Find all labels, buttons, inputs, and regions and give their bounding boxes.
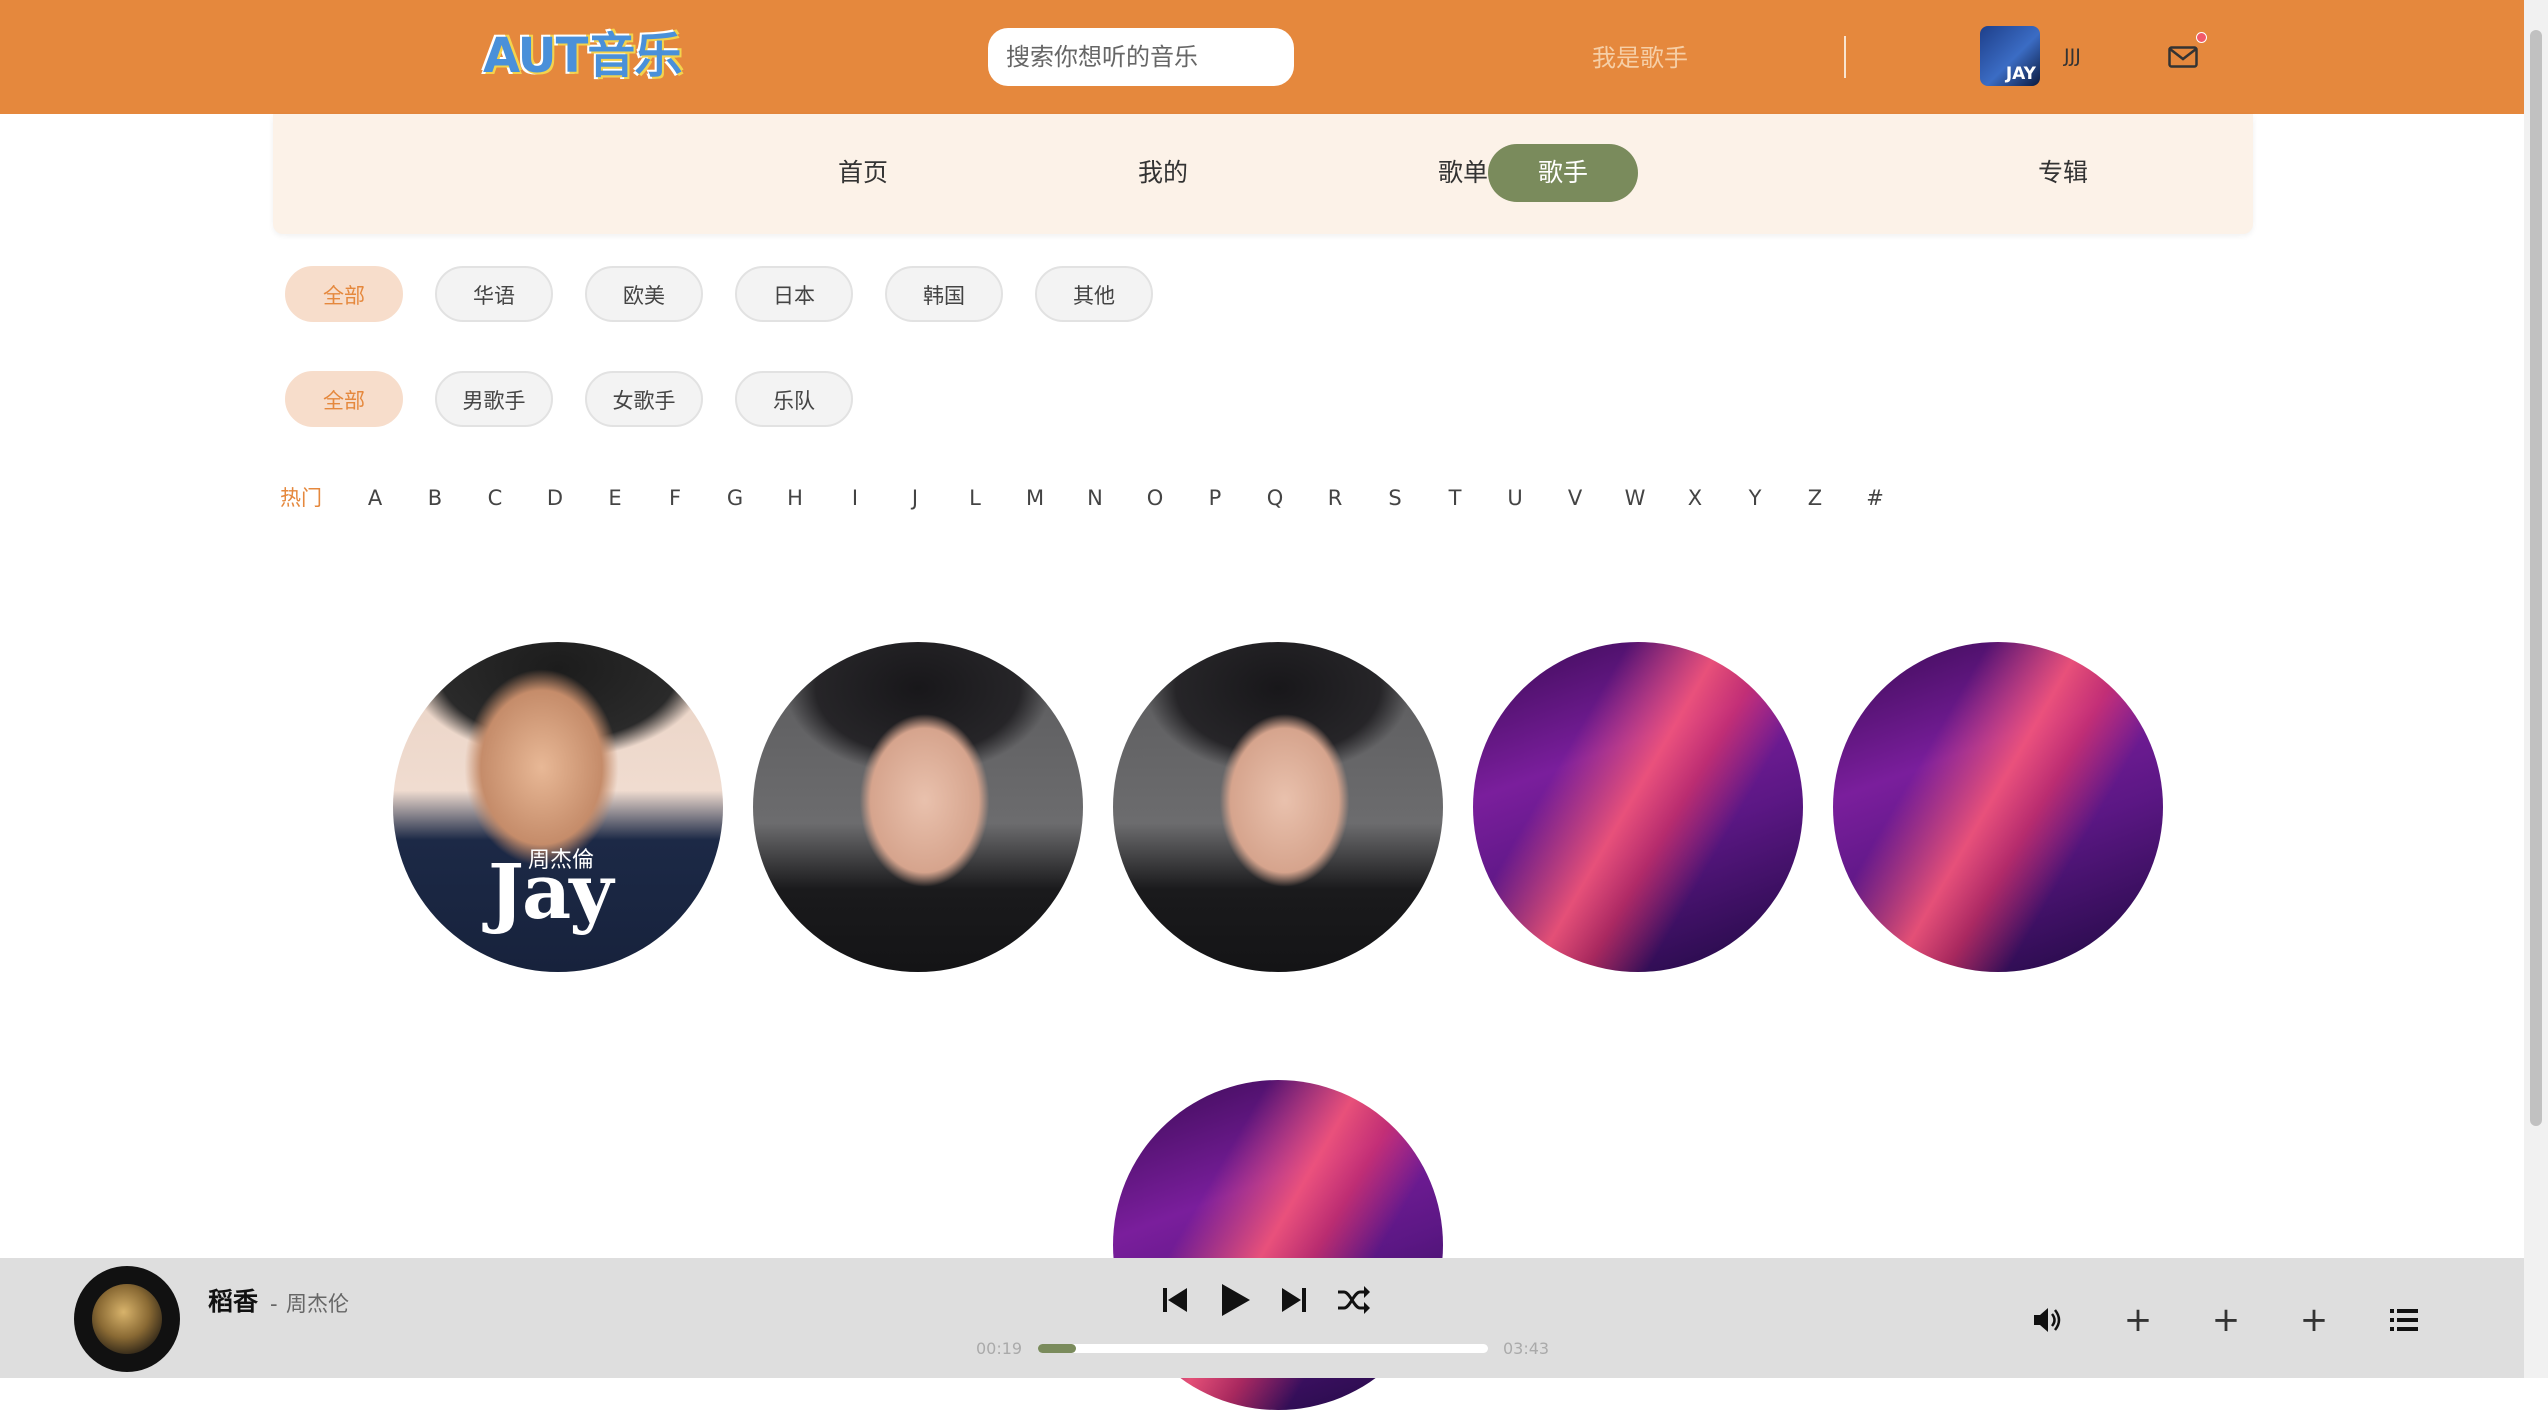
user-name[interactable]: JJJ [2064, 42, 2081, 70]
play-icon[interactable] [1214, 1280, 1254, 1320]
main-nav: 首页 我的 歌单 歌手 专辑 [273, 114, 2253, 234]
song-separator: - [270, 1292, 278, 1316]
letter-e[interactable]: E [595, 482, 635, 514]
region-filter-korea[interactable]: 韩国 [885, 266, 1003, 322]
letter-v[interactable]: V [1555, 482, 1595, 514]
volume-icon[interactable] [2030, 1302, 2066, 1338]
letter-c[interactable]: C [475, 482, 515, 514]
letter-hot[interactable]: 热门 [280, 482, 350, 514]
scrollbar-thumb[interactable] [2530, 30, 2542, 1126]
region-filter-chinese[interactable]: 华语 [435, 266, 553, 322]
page-scrollbar[interactable] [2524, 0, 2548, 1378]
letter-a[interactable]: A [355, 482, 395, 514]
add-icon[interactable]: + [2120, 1302, 2156, 1338]
search-input[interactable] [988, 28, 1294, 86]
singer-card-4[interactable] [1473, 642, 1803, 972]
nav-singers[interactable]: 歌手 [1488, 144, 1638, 202]
letter-s[interactable]: S [1375, 482, 1415, 514]
mail-icon[interactable] [2168, 46, 2198, 68]
playlist-icon[interactable] [2386, 1302, 2422, 1338]
region-filter-other[interactable]: 其他 [1035, 266, 1153, 322]
type-filter-female[interactable]: 女歌手 [585, 371, 703, 427]
user-avatar[interactable]: JAY [1980, 26, 2040, 86]
type-filter-male[interactable]: 男歌手 [435, 371, 553, 427]
letter-q[interactable]: Q [1255, 482, 1295, 514]
letter-h[interactable]: H [775, 482, 815, 514]
singer-card-jj-2[interactable] [1113, 642, 1443, 972]
letter-u[interactable]: U [1495, 482, 1535, 514]
app-logo[interactable]: AUT音乐 [483, 26, 683, 86]
letter-hash[interactable]: # [1855, 482, 1895, 514]
letter-w[interactable]: W [1615, 482, 1655, 514]
region-filter-japan[interactable]: 日本 [735, 266, 853, 322]
type-filter-band[interactable]: 乐队 [735, 371, 853, 427]
letter-m[interactable]: M [1015, 482, 1055, 514]
progress-bar[interactable] [1038, 1344, 1488, 1353]
progress-fill [1038, 1344, 1077, 1353]
album-disc[interactable] [74, 1266, 180, 1372]
add-icon[interactable]: + [2208, 1302, 2244, 1338]
prev-icon[interactable] [1155, 1280, 1195, 1320]
letter-p[interactable]: P [1195, 482, 1235, 514]
current-time: 00:19 [976, 1339, 1023, 1358]
letter-x[interactable]: X [1675, 482, 1715, 514]
nav-mine[interactable]: 我的 [1088, 144, 1238, 202]
region-filter-all[interactable]: 全部 [285, 266, 403, 322]
letter-l[interactable]: L [955, 482, 995, 514]
letter-j[interactable]: J [895, 482, 935, 514]
letter-z[interactable]: Z [1795, 482, 1835, 514]
letter-y[interactable]: Y [1735, 482, 1775, 514]
next-icon[interactable] [1274, 1280, 1314, 1320]
add-icon[interactable]: + [2296, 1302, 2332, 1338]
header-divider [1844, 36, 1846, 78]
letter-f[interactable]: F [655, 482, 695, 514]
letter-b[interactable]: B [415, 482, 455, 514]
album-cover [92, 1284, 162, 1354]
letter-r[interactable]: R [1315, 482, 1355, 514]
nav-albums[interactable]: 专辑 [1988, 144, 2138, 202]
letter-d[interactable]: D [535, 482, 575, 514]
shuffle-icon[interactable] [1334, 1280, 1374, 1320]
total-time: 03:43 [1503, 1339, 1550, 1358]
mail-unread-dot [2196, 32, 2207, 43]
singer-card-jj-1[interactable] [753, 642, 1083, 972]
nav-home[interactable]: 首页 [788, 144, 938, 202]
type-filter-all[interactable]: 全部 [285, 371, 403, 427]
region-filter-western[interactable]: 欧美 [585, 266, 703, 322]
iam-singer-link[interactable]: 我是歌手 [1592, 40, 1688, 76]
song-title: 稻香 [208, 1287, 259, 1316]
singer-jay-text: Jay [488, 847, 613, 936]
letter-t[interactable]: T [1435, 482, 1475, 514]
avatar-text: JAY [2005, 64, 2036, 84]
song-artist[interactable]: 周杰伦 [286, 1286, 349, 1322]
singer-card-jay[interactable]: 周杰倫 Jay [393, 642, 723, 972]
letter-i[interactable]: I [835, 482, 875, 514]
singer-card-5[interactable] [1833, 642, 2163, 972]
letter-o[interactable]: O [1135, 482, 1175, 514]
letter-g[interactable]: G [715, 482, 755, 514]
letter-n[interactable]: N [1075, 482, 1115, 514]
